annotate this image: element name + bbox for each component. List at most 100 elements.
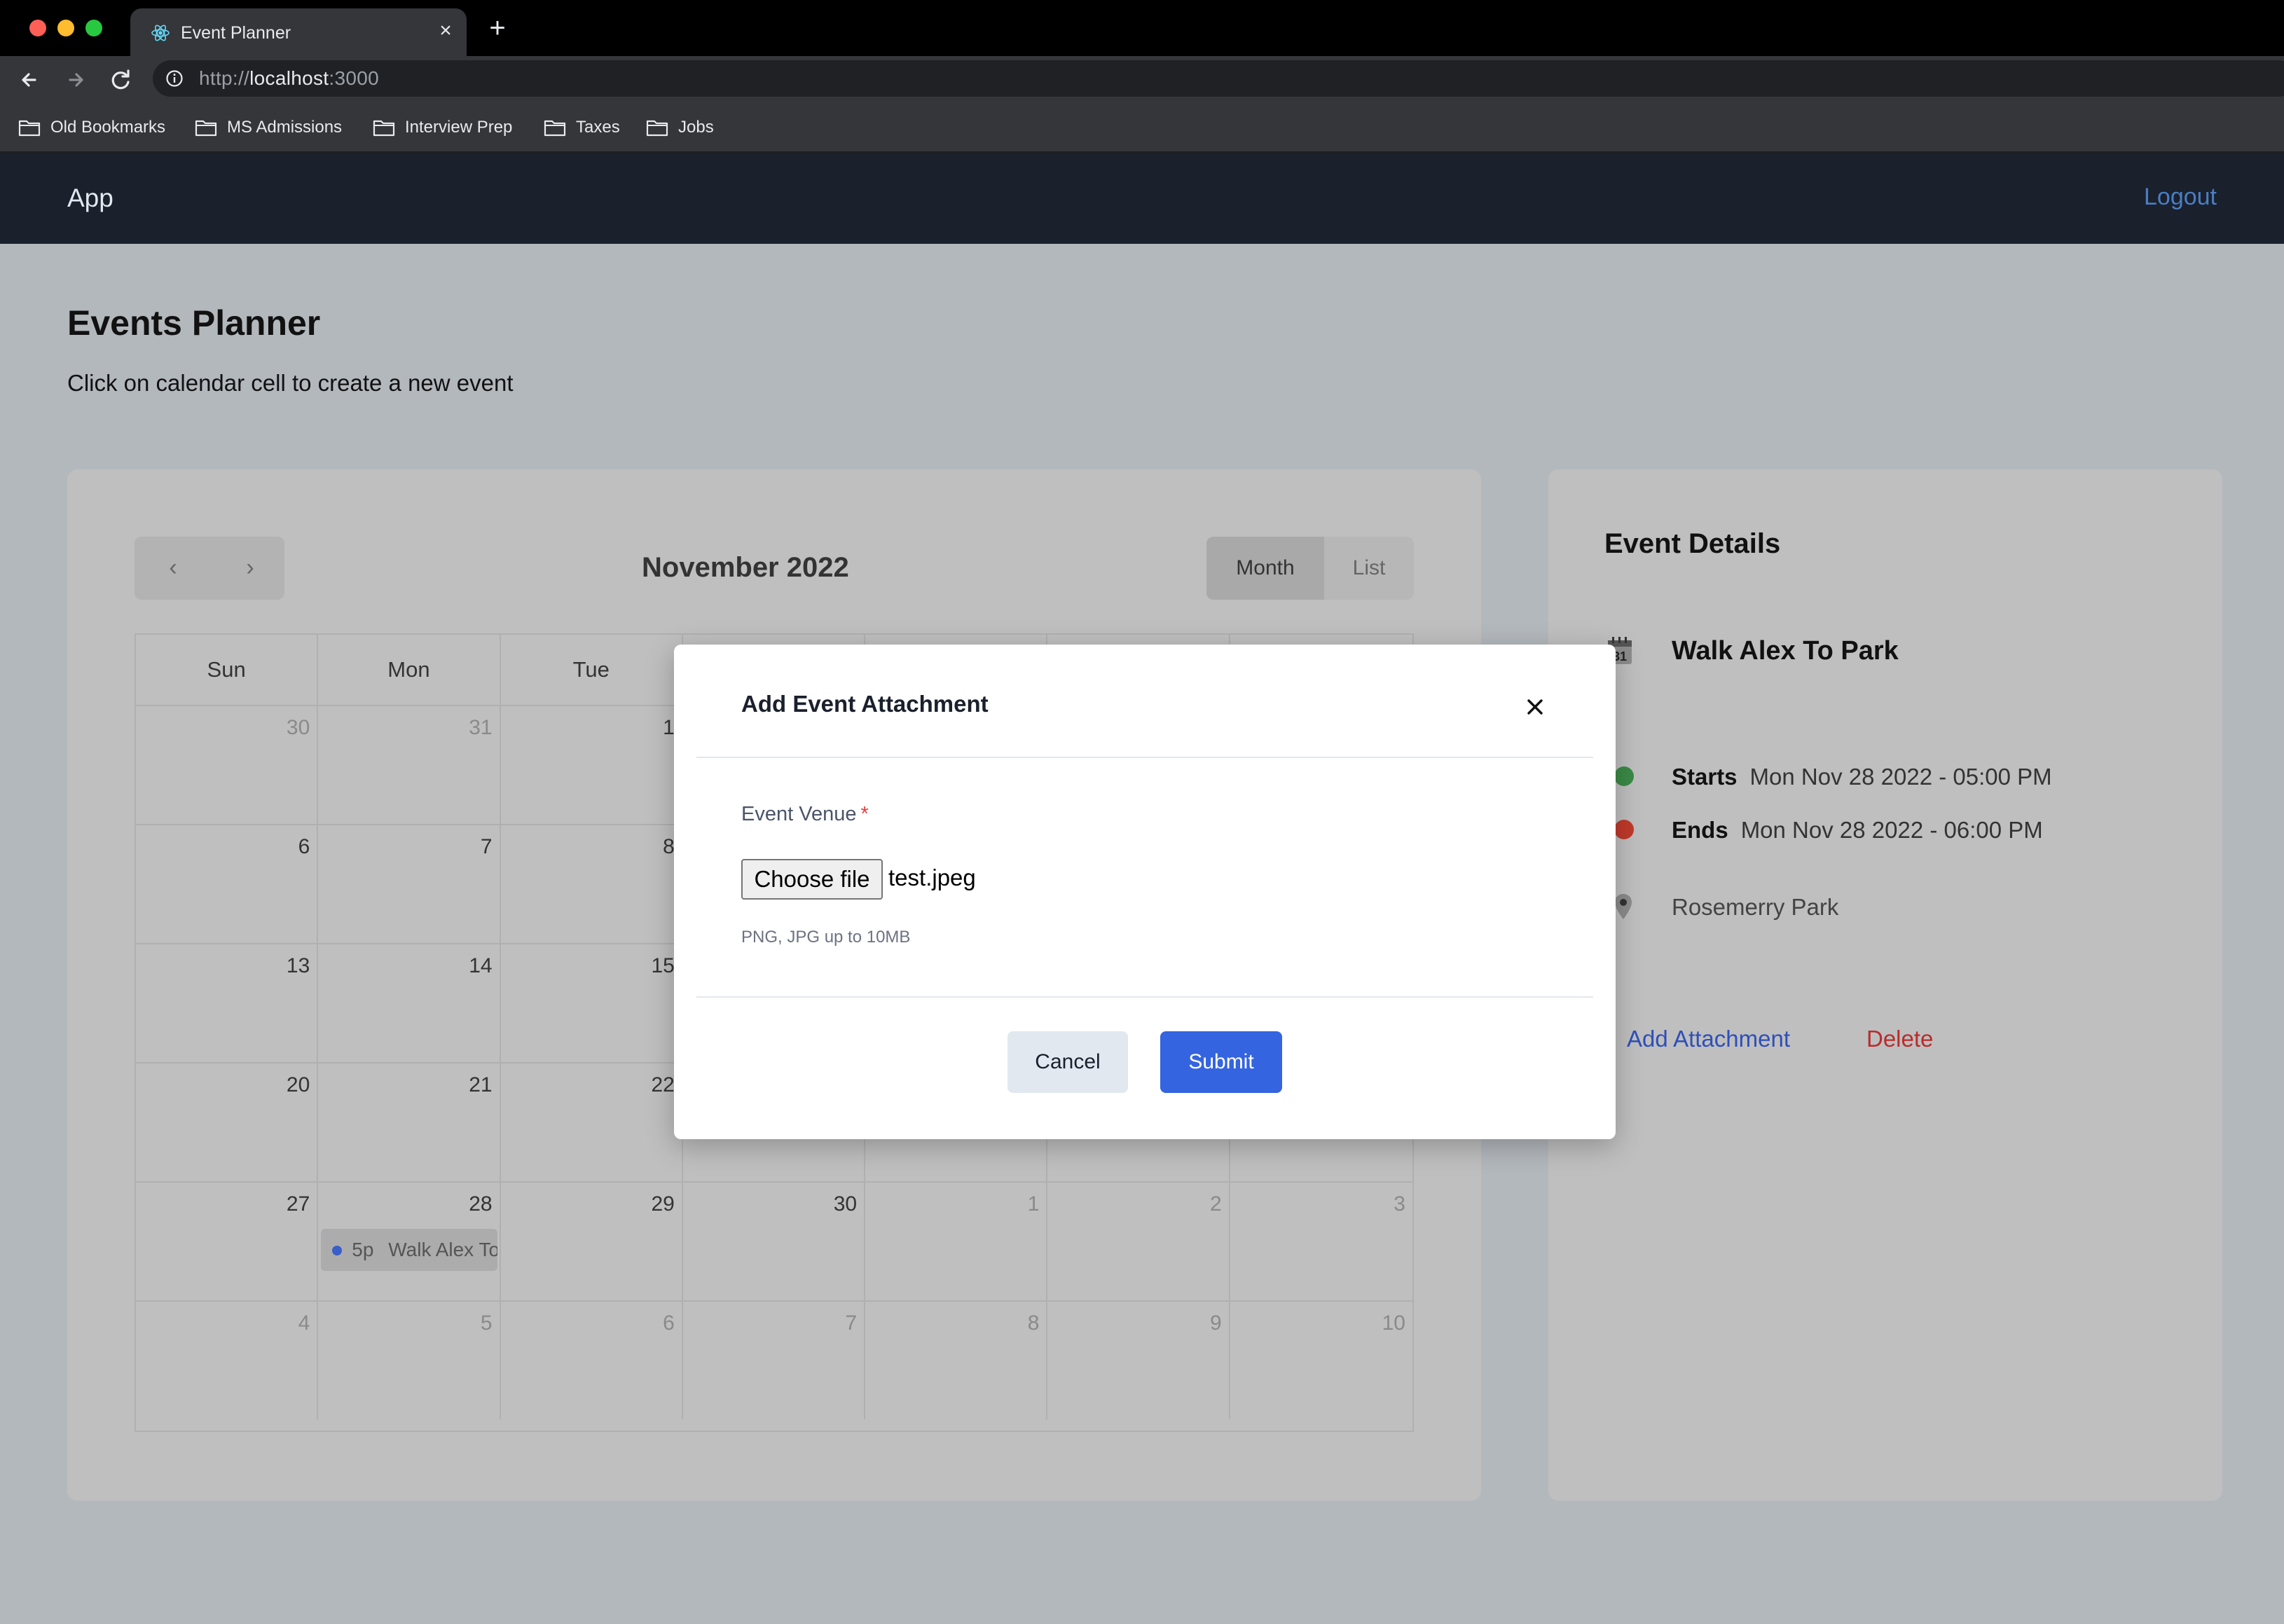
day-number: 3 [1394,1192,1405,1216]
day-number: 30 [286,716,310,739]
day-number: 22 [651,1073,675,1096]
event-details-card: Event Details 31 Walk Alex To Park Start… [1548,469,2222,1501]
day-number: 27 [286,1192,310,1216]
calendar-day-cell[interactable]: 14 [318,943,501,1062]
location-pin-icon [1615,894,1632,919]
info-icon[interactable] [165,69,184,88]
calendar-day-cell[interactable]: 10 [1230,1300,1412,1419]
calendar-day-cell[interactable]: 30 [136,705,319,824]
forward-arrow-icon[interactable] [60,64,91,95]
day-number: 30 [833,1192,858,1216]
bookmark-label: Old Bookmarks [50,118,166,137]
chevron-right-icon[interactable]: › [234,552,266,584]
day-number: 1 [1027,1192,1040,1216]
window-minimize-button[interactable] [57,20,74,36]
ends-label: Ends [1672,817,1728,843]
calendar-day-cell[interactable]: 28 5p Walk Alex To Park [318,1181,501,1300]
file-hint: PNG, JPG up to 10MB [741,928,911,947]
bookmark-jobs[interactable]: Jobs [646,115,714,140]
calendar-day-cell[interactable]: 21 [318,1062,501,1181]
calendar-day-cell[interactable]: 5 [318,1300,501,1419]
calendar-day-cell[interactable]: 9 [1047,1300,1230,1419]
event-end-row: Ends Mon Nov 28 2022 - 06:00 PM [1672,817,2043,844]
day-number: 15 [651,954,675,977]
day-number: 14 [469,954,493,977]
reload-icon[interactable] [105,64,136,95]
day-number: 2 [1210,1192,1222,1216]
event-dot [332,1246,343,1255]
calendar-day-cell[interactable]: 31 [318,705,501,824]
folder-icon [195,120,217,137]
url-text: http://localhost:3000 [199,67,379,89]
bookmark-taxes[interactable]: Taxes [544,115,620,140]
view-list-button[interactable]: List [1324,537,1414,600]
calendar-day-cell[interactable]: 7 [318,824,501,943]
choose-file-button[interactable]: Choose file [741,859,883,900]
browser-tab[interactable]: Event Planner × [130,8,467,56]
calendar-day-cell[interactable]: 20 [136,1062,319,1181]
bookmark-label: Jobs [678,118,714,137]
view-month-button[interactable]: Month [1206,537,1324,600]
page-title: Events Planner [67,303,321,343]
event-title-short: Walk Alex To Park [388,1239,498,1260]
add-attachment-link[interactable]: Add Attachment [1627,1026,1790,1052]
end-status-dot [1614,820,1634,839]
bookmark-old-bookmarks[interactable]: Old Bookmarks [18,115,165,140]
logout-link[interactable]: Logout [2144,184,2217,211]
event-title: Walk Alex To Park [1672,636,1899,666]
cancel-button[interactable]: Cancel [1007,1031,1128,1093]
close-icon[interactable] [1518,689,1553,724]
starts-value: Mon Nov 28 2022 - 05:00 PM [1749,764,2052,790]
window-close-button[interactable] [29,20,46,36]
weekday-header: Sun [136,635,319,705]
weekday-header: Mon [318,635,501,705]
app-brand[interactable]: App [67,184,113,213]
weekday-header: Tue [501,635,683,705]
day-number: 8 [1027,1312,1040,1335]
calendar-day-cell[interactable]: 8 [865,1300,1048,1419]
calendar-day-cell[interactable]: 6 [500,1300,683,1419]
calendar-day-cell[interactable]: 2 [1047,1181,1230,1300]
folder-icon [373,120,395,137]
tab-title: Event Planner [181,23,291,43]
day-number: 21 [469,1073,493,1096]
delete-link[interactable]: Delete [1866,1026,1933,1052]
submit-button[interactable]: Submit [1160,1031,1282,1093]
selected-file-name: test.jpeg [888,865,976,890]
ends-value: Mon Nov 28 2022 - 06:00 PM [1740,817,2043,843]
chevron-left-icon[interactable]: ‹ [157,552,189,584]
modal-divider [696,996,1593,998]
window-maximize-button[interactable] [85,20,102,36]
day-number: 5 [480,1312,493,1335]
day-number: 1 [663,716,675,739]
calendar-day-cell[interactable]: 8 [500,824,683,943]
calendar-day-cell[interactable]: 6 [136,824,319,943]
calendar-day-cell[interactable]: 29 [500,1181,683,1300]
calendar-day-cell[interactable]: 4 [136,1300,319,1419]
day-number: 10 [1382,1312,1405,1335]
bookmarks-bar: Old Bookmarks MS Admissions Interview Pr… [0,102,2284,153]
calendar-day-cell[interactable]: 22 [500,1062,683,1181]
event-venue: Rosemerry Park [1672,894,1839,920]
tab-close-icon[interactable]: × [433,18,458,43]
back-arrow-icon[interactable] [14,64,45,95]
address-bar[interactable]: http://localhost:3000 [153,60,2284,97]
calendar-day-cell[interactable]: 3 [1230,1181,1412,1300]
new-tab-icon[interactable]: + [485,14,510,42]
calendar-day-cell[interactable]: 15 [500,943,683,1062]
calendar-day-cell[interactable]: 30 [682,1181,866,1300]
day-number: 6 [298,835,310,858]
bookmark-ms-admissions[interactable]: MS Admissions [195,115,342,140]
calendar-day-cell[interactable]: 1 [865,1181,1048,1300]
browser-tab-bar: Event Planner × + [0,0,2284,56]
bookmark-interview-prep[interactable]: Interview Prep [373,115,512,140]
calendar-event[interactable]: 5p Walk Alex To Park [321,1229,498,1271]
calendar-day-cell[interactable]: 27 [136,1181,319,1300]
calendar-day-cell[interactable]: 7 [682,1300,866,1419]
modal-title: Add Event Attachment [741,691,989,717]
calendar-day-cell[interactable]: 13 [136,943,319,1062]
calendar-day-cell[interactable]: 1 [500,705,683,824]
react-icon [151,25,170,41]
file-field-label: Event Venue * [741,803,869,825]
calendar-nav-group: ‹ › [135,537,284,600]
